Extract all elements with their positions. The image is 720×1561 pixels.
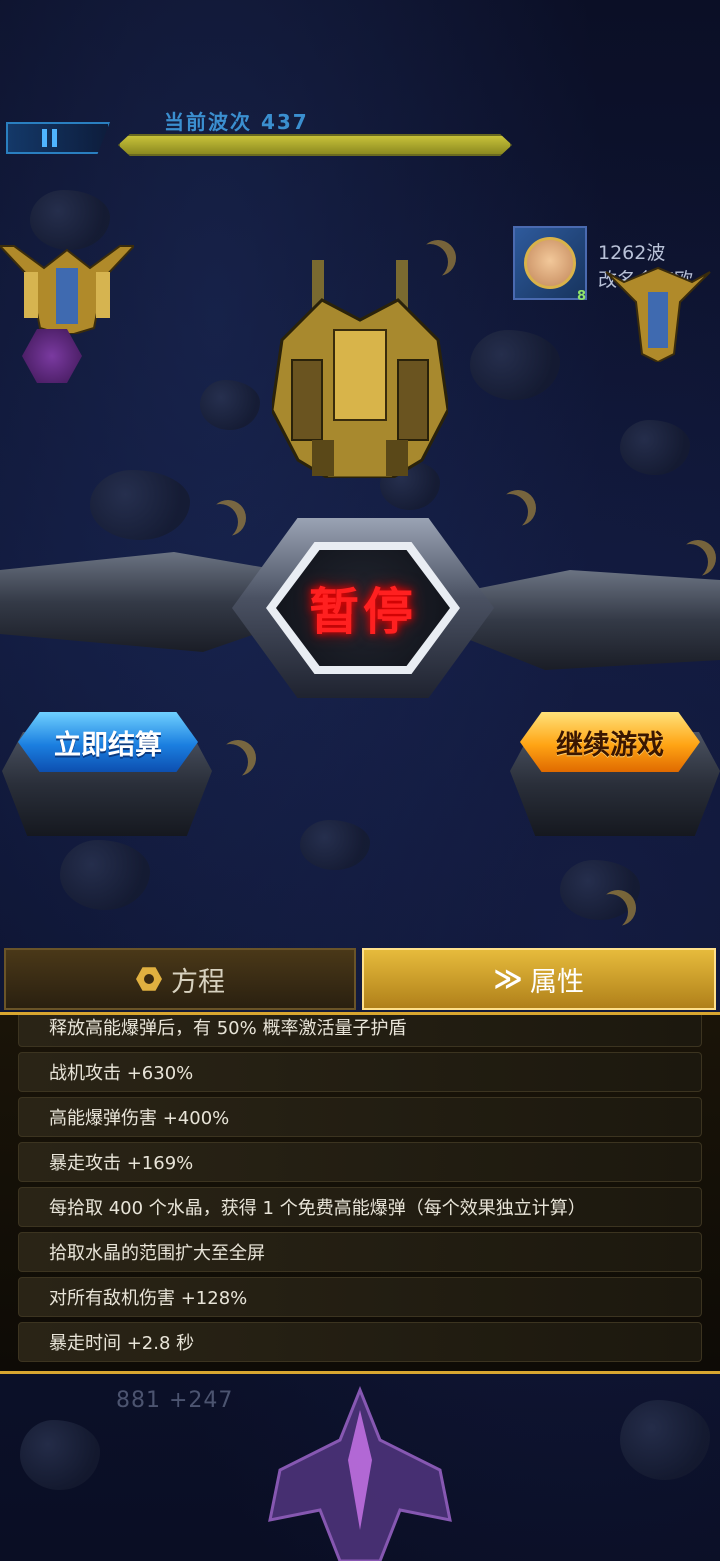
crescent-moon xyxy=(680,540,716,576)
tab-attributes[interactable]: ≫ 属性 xyxy=(362,948,716,1010)
pause-icon xyxy=(52,129,57,147)
crescent-moon xyxy=(210,500,246,536)
attribute-row: 高能爆弹伤害 +400% xyxy=(18,1097,702,1137)
pause-frame-right-arm xyxy=(470,570,720,670)
hexagon-icon xyxy=(135,965,163,993)
crescent-moon xyxy=(600,890,636,926)
attribute-row: 战机攻击 +630% xyxy=(18,1052,702,1092)
player-avatar[interactable] xyxy=(513,226,587,300)
score-readout: 881 +247 xyxy=(116,1388,234,1413)
wave-progress-bar xyxy=(118,134,512,156)
attribute-row: 每拾取 400 个水晶，获得 1 个免费高能爆弹（每个效果独立计算） xyxy=(18,1187,702,1227)
continue-game-button[interactable]: 继续游戏 xyxy=(520,712,700,772)
asteroid xyxy=(200,380,260,430)
tab-formula-label: 方程 xyxy=(171,966,225,998)
current-wave-label: 当前波次 437 xyxy=(164,110,309,134)
game-screen: 当前波次 437 8 1262波 改名会变欧 暂停 立即结算 继 xyxy=(0,0,720,1561)
enemy-gold-ship xyxy=(605,266,711,362)
enemy-gold-ship xyxy=(0,245,134,334)
panel-tab-bar: 方程 ≫ 属性 xyxy=(0,944,720,1016)
player-level-badge: 8 xyxy=(577,289,587,304)
avatar-portrait xyxy=(524,237,576,289)
tab-formula[interactable]: 方程 xyxy=(4,948,356,1010)
attribute-row: 暴走攻击 +169% xyxy=(18,1142,702,1182)
pause-title: 暂停 xyxy=(309,583,417,641)
tab-attributes-label: 属性 xyxy=(530,966,584,998)
asteroid xyxy=(20,1420,100,1490)
attributes-list[interactable]: 释放高能爆弹后，有 50% 概率激活量子护盾 战机攻击 +630% 高能爆弹伤害… xyxy=(0,1012,720,1374)
crescent-moon xyxy=(500,490,536,526)
enemy-boss-ship xyxy=(272,260,448,478)
attribute-row: 释放高能爆弹后，有 50% 概率激活量子护盾 xyxy=(18,1015,702,1047)
attribute-row: 暴走时间 +2.8 秒 xyxy=(18,1322,702,1362)
player-fighter-ship xyxy=(268,1385,452,1561)
wave-progress-fill xyxy=(120,136,510,154)
pause-button[interactable] xyxy=(6,122,110,154)
skill-gem-icon xyxy=(22,329,82,383)
player-best-wave: 1262波 xyxy=(598,242,666,264)
asteroid xyxy=(90,470,190,540)
asteroid xyxy=(620,420,690,475)
asteroid xyxy=(300,820,370,870)
attribute-row: 对所有敌机伤害 +128% xyxy=(18,1277,702,1317)
asteroid xyxy=(620,1400,710,1480)
attribute-row: 拾取水晶的范围扩大至全屏 xyxy=(18,1232,702,1272)
pause-icon xyxy=(42,129,47,147)
double-chevron-down-icon: ≫ xyxy=(493,962,523,995)
asteroid xyxy=(470,330,560,400)
settle-now-button[interactable]: 立即结算 xyxy=(18,712,198,772)
asteroid xyxy=(60,840,150,910)
crescent-moon xyxy=(220,740,256,776)
